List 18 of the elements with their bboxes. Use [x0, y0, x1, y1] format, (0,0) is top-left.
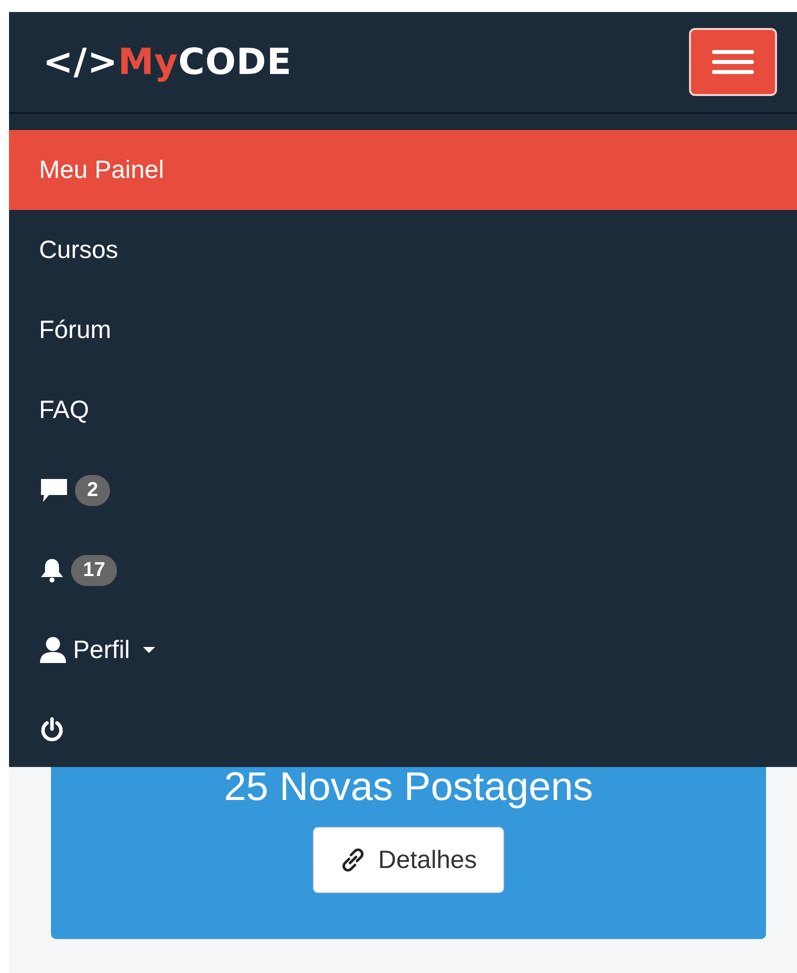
chat-icon[interactable] [39, 477, 69, 503]
details-button[interactable]: Detalhes [313, 827, 504, 893]
menu-icon [710, 47, 756, 77]
logo[interactable]: </>MyCODE [43, 42, 292, 82]
menu-item[interactable]: Fórum [9, 290, 797, 370]
count-badge: 2 [75, 474, 110, 506]
menu-item[interactable]: Meu Painel [9, 130, 797, 210]
menu-button[interactable] [689, 28, 777, 96]
bell-icon[interactable] [39, 557, 65, 583]
count-badge: 17 [71, 554, 118, 586]
menu-item[interactable]: FAQ [9, 370, 797, 450]
link-icon [340, 847, 366, 873]
power-icon[interactable] [39, 717, 65, 743]
menu-item[interactable]: Cursos [9, 210, 797, 290]
card-title: 25 Novas Postagens [224, 767, 594, 807]
caret-icon[interactable] [142, 646, 156, 654]
profile-link[interactable]: Perfil [73, 636, 130, 664]
user-icon[interactable] [39, 636, 67, 664]
